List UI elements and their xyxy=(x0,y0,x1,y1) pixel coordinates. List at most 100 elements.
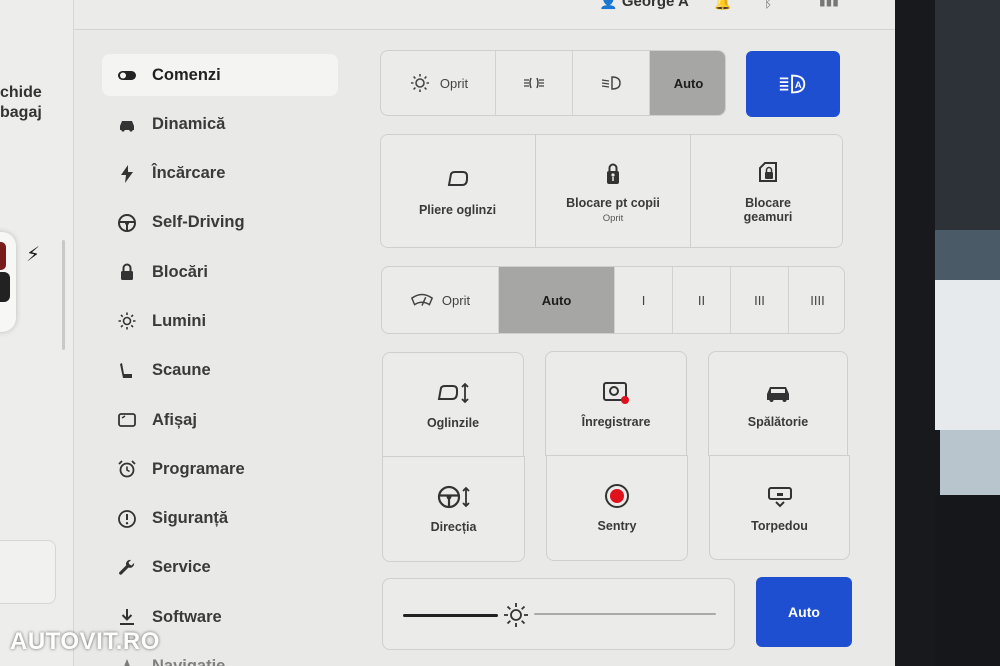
menu-label: Lumini xyxy=(152,311,207,330)
brightness-slider-fill[interactable] xyxy=(403,614,498,617)
menu-item-comenzi[interactable]: Comenzi xyxy=(102,54,338,96)
car-wash-button[interactable]: Spălătorie xyxy=(708,351,848,456)
auto-high-beam-button[interactable]: A xyxy=(746,51,840,117)
window-lock-label-line1: Blocare xyxy=(745,196,791,210)
steering-wheel-icon xyxy=(116,212,138,234)
wipers-off-label: Oprit xyxy=(441,292,471,308)
brightness-auto-button[interactable]: Auto xyxy=(756,577,852,647)
bluetooth-icon[interactable]: ᛒ xyxy=(764,0,772,10)
lights-off-label: Oprit xyxy=(439,75,469,91)
display-icon xyxy=(116,409,138,431)
sentry-record-icon xyxy=(605,484,629,508)
menu-item-dinamica[interactable]: Dinamică xyxy=(102,103,338,145)
child-lock-icon xyxy=(607,163,619,184)
menu-label: Dinamică xyxy=(152,114,226,133)
trunk-label-line1[interactable]: chide xyxy=(0,84,42,102)
background-window xyxy=(935,280,1000,430)
recording-label: Înregistrare xyxy=(581,414,651,429)
driver-name: George A xyxy=(621,0,689,10)
menu-item-blocari[interactable]: Blocări xyxy=(102,251,338,293)
brightness-slider-handle[interactable] xyxy=(502,601,530,629)
brightness-slider-track[interactable] xyxy=(533,613,716,615)
menu-item-self-driving[interactable]: Self-Driving xyxy=(102,202,338,244)
charge-port-bolt-icon[interactable]: ⚡ xyxy=(26,242,40,267)
dashcam-recording-button[interactable]: Înregistrare xyxy=(545,351,687,456)
fold-mirrors-button[interactable]: Pliere oglinzi xyxy=(381,135,536,247)
brightness-auto-label: Auto xyxy=(788,604,820,620)
svg-text:A: A xyxy=(795,79,802,90)
bell-icon[interactable]: 🔔 xyxy=(714,0,731,11)
alert-circle-icon xyxy=(116,508,138,530)
car-image xyxy=(0,232,16,332)
dashcam-icon xyxy=(603,381,629,404)
wiper-speed-2[interactable]: II xyxy=(673,267,731,333)
child-lock-button[interactable]: Blocare pt copii Oprit xyxy=(536,135,691,247)
wiper-speed-1[interactable]: I xyxy=(615,267,673,333)
wiper-speed-4[interactable]: IIII xyxy=(789,267,844,333)
panel-scrollbar[interactable] xyxy=(62,240,65,350)
search-box[interactable] xyxy=(0,540,56,604)
menu-item-afisaj[interactable]: Afișaj xyxy=(102,399,338,441)
sun-icon xyxy=(410,74,429,92)
background-dashboard xyxy=(935,495,1000,666)
signal-icon: ▮▮▮ xyxy=(819,0,839,8)
bolt-icon xyxy=(116,163,138,185)
menu-item-incarcare[interactable]: Încărcare xyxy=(102,153,338,195)
lights-auto-option[interactable]: Auto xyxy=(650,51,725,115)
wipers-off-option[interactable]: Oprit xyxy=(382,267,499,333)
menu-label: Scaune xyxy=(152,361,211,380)
glovebox-button[interactable]: Torpedou xyxy=(709,455,850,560)
mirrors-label: Oglinzile xyxy=(426,415,480,430)
menu-item-scaune[interactable]: Scaune xyxy=(102,350,338,392)
mirrors-adjust-button[interactable]: Oglinzile xyxy=(382,352,524,457)
steering-label: Direcția xyxy=(430,520,477,534)
lights-auto-label: Auto xyxy=(673,75,704,91)
menu-item-siguranta[interactable]: Siguranță xyxy=(102,498,338,540)
steering-adjust-icon xyxy=(437,485,470,509)
trunk-label-line2[interactable]: bagaj xyxy=(0,104,42,122)
steering-adjust-button[interactable]: Direcția xyxy=(382,456,525,562)
menu-label: Software xyxy=(152,607,222,626)
menu-item-programare[interactable]: Programare xyxy=(102,448,338,490)
wiper-speed-3[interactable]: III xyxy=(731,267,789,333)
mirror-adjust-icon xyxy=(437,382,469,403)
glovebox-label: Torpedou xyxy=(751,518,808,533)
low-beam-option[interactable] xyxy=(573,51,650,115)
wiper-icon xyxy=(410,293,433,306)
window-lock-button[interactable]: Blocare geamuri xyxy=(691,135,842,247)
car-icon xyxy=(116,113,138,135)
lights-off-option[interactable]: Oprit xyxy=(381,51,496,115)
auto-high-beam-icon: A xyxy=(779,74,806,94)
sun-icon xyxy=(116,310,138,332)
controls-menu: Comenzi Dinamică Încărcare Self-Driving … xyxy=(102,54,338,666)
wiper-speed-label: I xyxy=(641,292,646,308)
low-beam-icon xyxy=(601,76,621,90)
menu-label: Navigatie xyxy=(152,657,225,666)
wrench-icon xyxy=(116,557,138,579)
menu-label: Programare xyxy=(152,459,245,478)
wiper-speed-label: III xyxy=(754,292,765,308)
sentry-mode-button[interactable]: Sentry xyxy=(546,455,688,561)
toggle-icon xyxy=(116,64,138,86)
menu-label: Self-Driving xyxy=(152,213,245,232)
wipers-selector: Oprit Auto I II III IIII xyxy=(381,266,845,334)
car-wash-icon xyxy=(767,386,789,402)
car-visual-panel: chide bagaj ⚡ xyxy=(0,0,74,666)
wipers-auto-option[interactable]: Auto xyxy=(499,267,615,333)
menu-label: Comenzi xyxy=(152,65,221,84)
wiper-speed-label: II xyxy=(697,292,706,308)
wiper-speed-label: IIII xyxy=(810,292,825,308)
alarm-clock-icon xyxy=(116,458,138,480)
brightness-sun-icon xyxy=(503,603,528,627)
menu-item-service[interactable]: Service xyxy=(102,547,338,589)
background-window-frame xyxy=(935,230,1000,280)
parking-lights-option[interactable] xyxy=(496,51,573,115)
menu-item-lumini[interactable]: Lumini xyxy=(102,300,338,342)
background-window-lower xyxy=(940,430,1000,495)
seat-icon xyxy=(116,360,138,382)
window-lock-label-line2: geamuri xyxy=(743,210,793,224)
navigation-icon xyxy=(116,656,138,666)
sentry-label: Sentry xyxy=(597,519,637,533)
car-wash-label: Spălătorie xyxy=(747,414,809,429)
driver-profile[interactable]: 👤 George A xyxy=(599,0,689,10)
